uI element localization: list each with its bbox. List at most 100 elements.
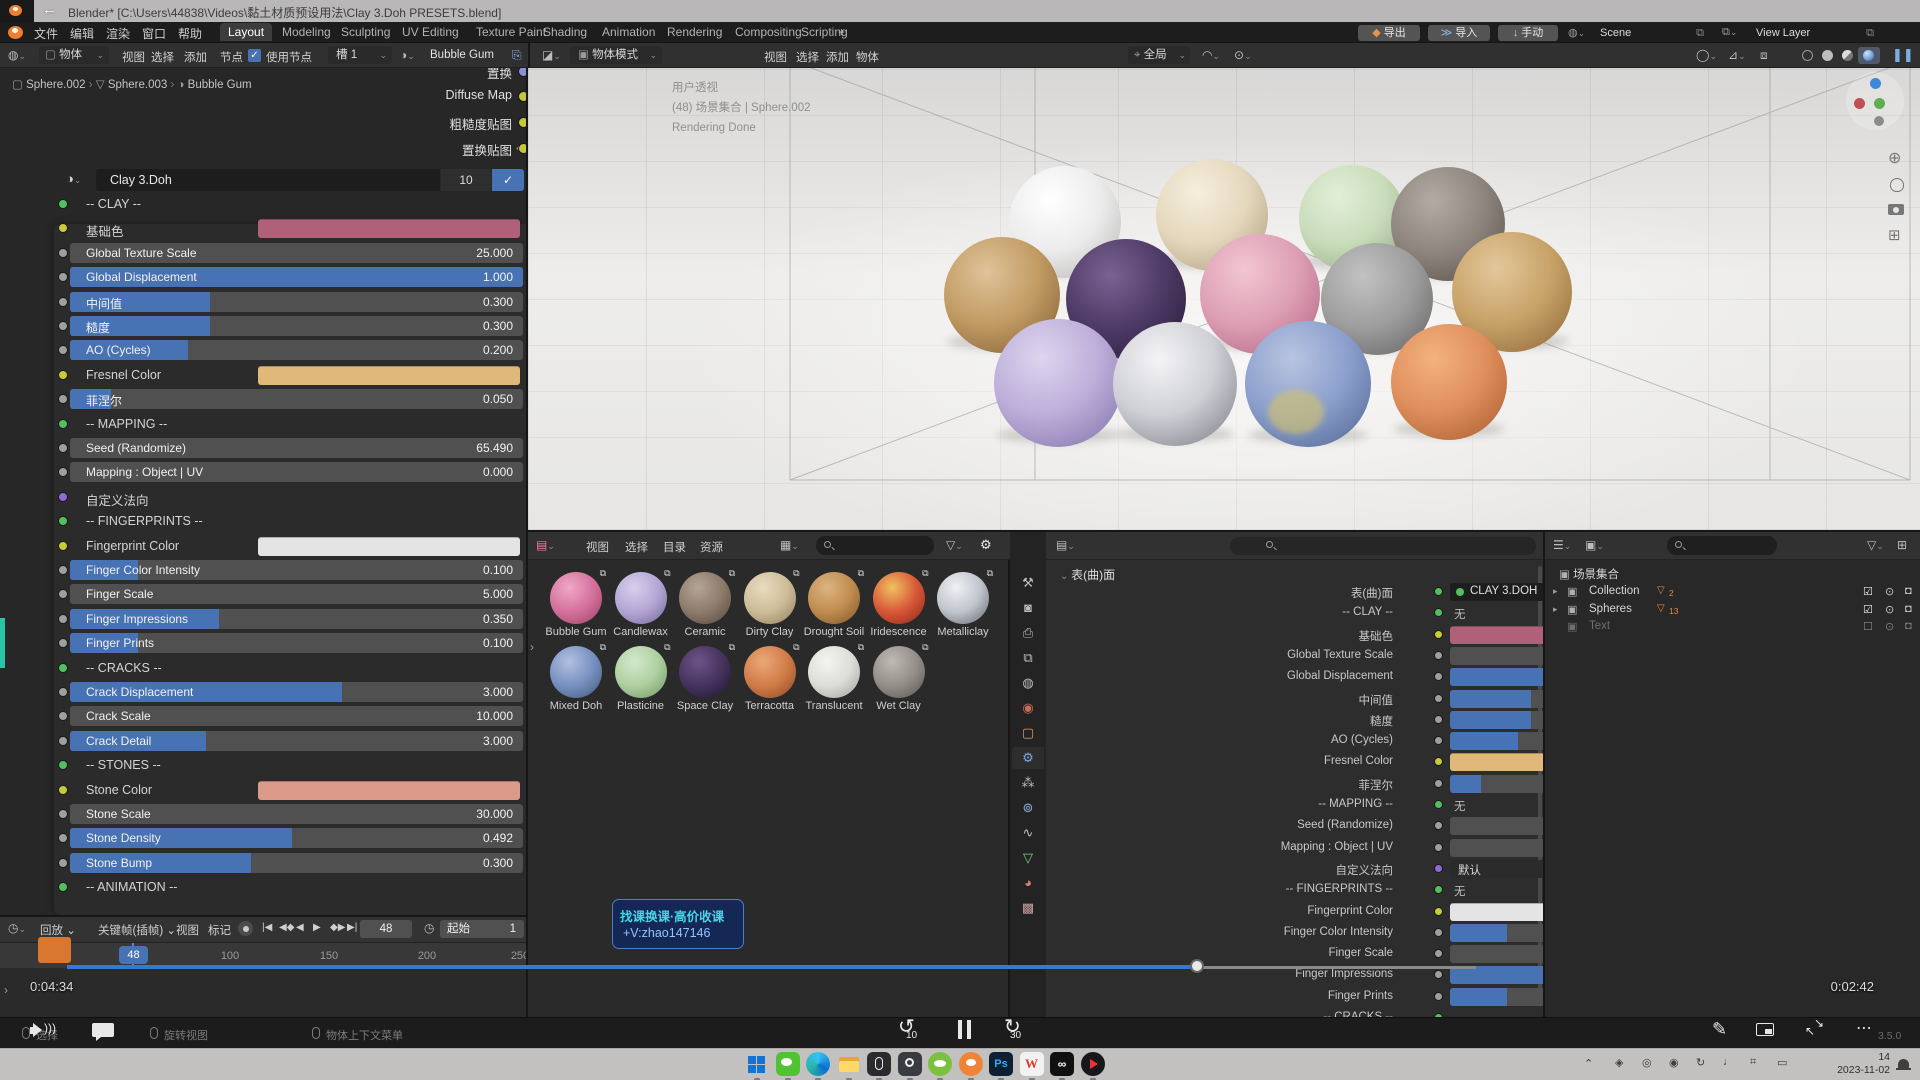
outliner-editor-icon[interactable]: ☰⌄ — [1553, 538, 1571, 552]
properties-search-field[interactable] — [1230, 537, 1536, 555]
jump-end-button[interactable]: ▶| — [347, 922, 357, 933]
visibility-checkbox[interactable]: ☐ — [1863, 620, 1873, 633]
prop-socket-0[interactable] — [1434, 587, 1443, 596]
topbar-menu-文件[interactable]: 文件 — [34, 25, 58, 42]
properties-tab-material[interactable]: ◕ — [1012, 872, 1044, 894]
workspace-tab-Shading[interactable]: Shading — [535, 23, 595, 41]
properties-tab-physics[interactable]: ⊚ — [1012, 797, 1044, 819]
color-swatch-Stone Color[interactable] — [258, 781, 520, 800]
asset-search-field[interactable] — [816, 536, 934, 555]
tray-icon-antivirus[interactable]: ◈ — [1615, 1056, 1623, 1069]
shader-menu-选择[interactable]: 选择 — [151, 49, 174, 65]
prop-socket-9[interactable] — [1434, 779, 1443, 788]
orange-cracked-ball[interactable] — [1391, 324, 1507, 440]
prop-slider-Finger Prints[interactable]: 0.100 — [1450, 988, 1545, 1006]
blender-menu-logo-icon[interactable] — [8, 26, 23, 39]
taskbar-app-file-explorer[interactable] — [837, 1052, 861, 1076]
taskbar-app-media-player[interactable] — [1081, 1052, 1105, 1076]
socket-中间值[interactable] — [58, 297, 68, 307]
asset-editor-icon[interactable]: ▤⌄ — [536, 538, 555, 552]
outliner-search-field[interactable] — [1667, 536, 1777, 555]
volume-icon[interactable]: ))) — [30, 1022, 56, 1038]
asset-menu-选择[interactable]: 选择 — [625, 539, 648, 555]
node-param-slider-Seed (Randomize)[interactable]: Seed (Randomize)65.490 — [70, 438, 523, 458]
manual-button[interactable]: ↓ 手动 — [1498, 25, 1558, 41]
taskbar-app-photoshop[interactable]: Ps — [989, 1052, 1013, 1076]
taskbar-app-capcut[interactable]: ∞ — [1050, 1052, 1074, 1076]
workspace-tab-Modeling[interactable]: Modeling — [274, 23, 339, 41]
properties-context-icon[interactable]: ▤⌄ — [1056, 538, 1075, 552]
outliner-row-Spheres[interactable]: ▸▣Spheres▽13☑⊙◘ — [1545, 602, 1920, 619]
topbar-menu-帮助[interactable]: 帮助 — [178, 25, 202, 42]
add-workspace-button[interactable]: + — [838, 25, 845, 39]
timeline-editor-icon[interactable]: ◷⌄ — [8, 921, 26, 935]
workspace-tab-Layout[interactable]: Layout — [220, 23, 272, 41]
play-reverse-button[interactable]: ◀ — [296, 922, 304, 933]
node-param-slider-Crack Scale[interactable]: Crack Scale10.000 — [70, 706, 523, 726]
timeline-menu-视图[interactable]: 视图 — [176, 922, 199, 938]
export-button[interactable]: ◆ 导出 — [1358, 25, 1420, 41]
node-param-slider-Crack Displacement[interactable]: Crack Displacement3.000 — [70, 682, 523, 702]
lavender-clay-ball[interactable] — [994, 319, 1122, 447]
timeline-menu-回放[interactable]: 回放 ⌄ — [40, 922, 76, 938]
prop-slider-菲涅尔[interactable]: 0.050 — [1450, 775, 1545, 793]
asset-thumb-Metalliclay[interactable]: ⧉ — [937, 572, 989, 624]
node-param-slider-Stone Bump[interactable]: Stone Bump0.300 — [70, 853, 523, 873]
node-param-slider-AO (Cycles)[interactable]: AO (Cycles)0.200 — [70, 340, 523, 360]
workspace-tab-Animation[interactable]: Animation — [594, 23, 663, 41]
more-options-icon[interactable]: ⋯ — [1856, 1018, 1873, 1038]
properties-tab-particles[interactable]: ⁂ — [1012, 772, 1044, 794]
forward-button[interactable]: ↻ 30 — [1002, 1018, 1032, 1044]
xray-icon[interactable]: ⧈ — [1760, 48, 1768, 63]
pip-icon[interactable] — [1756, 1023, 1774, 1036]
shader-menu-节点[interactable]: 节点 — [220, 49, 243, 65]
current-frame-pill[interactable]: 48 — [119, 946, 148, 964]
shading-wireframe-icon[interactable] — [1802, 50, 1813, 61]
node-param-slider-Stone Scale[interactable]: Stone Scale30.000 — [70, 804, 523, 824]
taskbar-app-browser-360[interactable] — [928, 1052, 952, 1076]
taskbar-app-wechat[interactable] — [776, 1052, 800, 1076]
use-nodes-checkbox[interactable]: ✓ — [248, 49, 261, 62]
asset-thumb-Translucent[interactable]: ⧉ — [808, 646, 860, 698]
prop-socket-2[interactable] — [1434, 630, 1443, 639]
expand-region-icon[interactable]: › — [530, 640, 534, 654]
material-name-field[interactable]: Bubble Gum — [430, 49, 494, 61]
tray-chevron-icon[interactable]: ⌃ — [1584, 1057, 1593, 1070]
move-view-icon[interactable] — [1890, 178, 1904, 192]
properties-tab-world[interactable]: ◉ — [1012, 697, 1044, 719]
visibility-checkbox[interactable]: ☑ — [1863, 585, 1873, 598]
fake-user-shield-button[interactable]: ✓ — [492, 169, 524, 191]
node-output-socket-0[interactable] — [518, 68, 528, 77]
node-output-socket-2[interactable] — [518, 117, 528, 128]
node-param-slider-Finger Color Intensity[interactable]: Finger Color Intensity0.100 — [70, 560, 523, 580]
panel-collapse-header[interactable]: ⌄ 表(曲)面 — [1060, 566, 1115, 583]
expand-arrow-icon[interactable]: ▸ — [1553, 586, 1558, 597]
properties-tab-object-data[interactable]: ▽ — [1012, 847, 1044, 869]
material-slot-selector[interactable]: 槽 1⌄ — [328, 46, 392, 64]
color-swatch-基础色[interactable] — [258, 219, 520, 238]
properties-tab-view-layer[interactable]: ⧉ — [1012, 647, 1044, 669]
hide-eye-icon[interactable]: ⊙ — [1885, 603, 1894, 616]
node-output-socket-3[interactable] — [518, 143, 528, 154]
viewport-menu-添加[interactable]: 添加 — [826, 49, 849, 65]
rewind-button[interactable]: ↺ 10 — [898, 1018, 928, 1044]
camera-visibility-icon[interactable]: ◘ — [1905, 620, 1912, 632]
prop-socket-19[interactable] — [1434, 992, 1443, 1001]
asset-thumb-Space Clay[interactable]: ⧉ — [679, 646, 731, 698]
socket--- CRACKS --[interactable] — [58, 663, 68, 673]
hide-eye-icon[interactable]: ⊙ — [1885, 620, 1894, 633]
outliner-row-Collection[interactable]: ▸▣Collection▽2☑⊙◘ — [1545, 584, 1920, 601]
new-collection-icon[interactable]: ⊞ — [1897, 538, 1907, 552]
timeline-menu-关键帧(插帧)[interactable]: 关键帧(插帧) ⌄ — [98, 922, 176, 938]
prop-socket-16[interactable] — [1434, 928, 1443, 937]
viewport-menu-物体[interactable]: 物体 — [856, 49, 879, 65]
prop-socket-1[interactable] — [1434, 608, 1443, 617]
node-param-slider-Crack Detail[interactable]: Crack Detail3.000 — [70, 731, 523, 751]
jump-start-button[interactable]: |◀ — [262, 922, 272, 933]
prop-socket-14[interactable] — [1434, 885, 1443, 894]
socket-Global Texture Scale[interactable] — [58, 248, 68, 258]
workspace-tab-Scripting[interactable]: Scripting — [793, 23, 856, 41]
pause-render-icon[interactable]: ❚❚ — [1892, 47, 1914, 63]
copy-icon[interactable]: ⧉ — [1866, 25, 1874, 41]
asset-thumb-Iridescence[interactable]: ⧉ — [873, 572, 925, 624]
